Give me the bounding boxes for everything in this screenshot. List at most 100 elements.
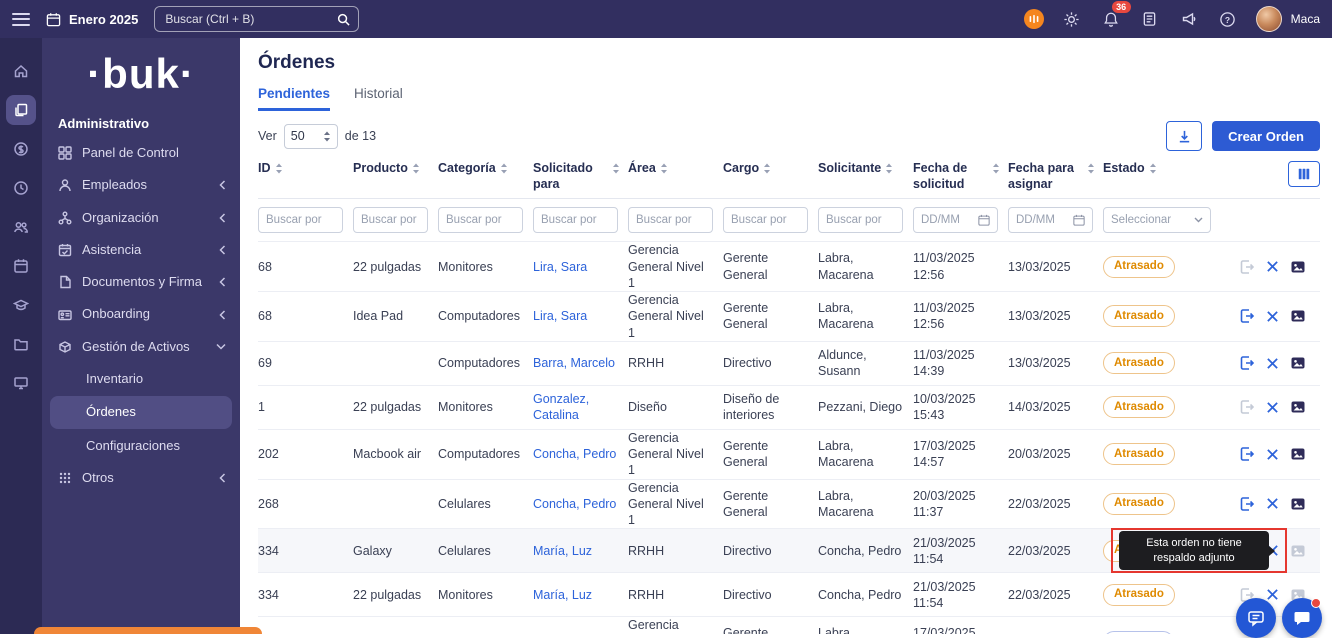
columns-icon xyxy=(1297,167,1311,181)
view-backup-button[interactable] xyxy=(1290,355,1306,371)
cell-cargo: Diseño de interiores xyxy=(723,391,818,424)
assign-order-button[interactable] xyxy=(1239,355,1255,371)
sidebar-item-configuraciones[interactable]: Configuraciones xyxy=(42,430,240,462)
filter-solicitante-input[interactable] xyxy=(818,207,903,233)
sidebar-item-asistencia[interactable]: Asistencia xyxy=(42,234,240,266)
table-row: 268 Celulares Concha, Pedro Gerencia Gen… xyxy=(258,479,1320,529)
document-icon xyxy=(58,275,72,289)
assign-order-button[interactable] xyxy=(1239,496,1255,512)
link-solicitado-para[interactable]: Lira, Sara xyxy=(533,259,628,275)
cancel-order-button[interactable] xyxy=(1266,448,1279,461)
view-backup-button[interactable] xyxy=(1290,399,1306,415)
view-backup-button[interactable] xyxy=(1290,308,1306,324)
user-avatar[interactable] xyxy=(1256,6,1282,32)
asset-management-icon[interactable] xyxy=(6,95,36,125)
training-icon[interactable] xyxy=(6,290,36,320)
tab-pendientes[interactable]: Pendientes xyxy=(258,86,330,111)
announcements-icon[interactable] xyxy=(1178,8,1200,30)
filter-producto-input[interactable] xyxy=(353,207,428,233)
column-header-producto[interactable]: Producto xyxy=(353,161,438,177)
help-fab-button[interactable] xyxy=(1236,598,1276,638)
period-selector[interactable]: Enero 2025 xyxy=(46,12,138,27)
column-settings-button[interactable] xyxy=(1288,161,1320,187)
column-header-solicitado-para[interactable]: Solicitado para xyxy=(533,161,628,192)
column-header-categoria[interactable]: Categoría xyxy=(438,161,533,177)
filter-fecha-solicitud-input[interactable]: DD/MM xyxy=(913,207,998,233)
filter-cargo-input[interactable] xyxy=(723,207,808,233)
cancel-order-button[interactable] xyxy=(1266,588,1279,601)
view-backup-button[interactable] xyxy=(1290,543,1306,559)
create-order-button[interactable]: Crear Orden xyxy=(1212,121,1320,151)
link-solicitado-para[interactable]: Concha, Pedro xyxy=(533,496,628,512)
cancel-order-button[interactable] xyxy=(1266,401,1279,414)
link-solicitado-para[interactable]: Barra, Marcelo xyxy=(533,355,628,371)
notifications-icon[interactable]: 36 xyxy=(1100,8,1122,30)
sidebar-item-gestion-de-activos[interactable]: Gestión de Activos xyxy=(42,331,240,363)
sidebar-item-documentos-y-firma[interactable]: Documentos y Firma xyxy=(42,266,240,298)
intercom-launcher[interactable] xyxy=(34,627,262,634)
cell-fecha-solicitud: 21/03/2025 11:54 xyxy=(913,535,1008,568)
column-header-id[interactable]: ID xyxy=(258,161,353,177)
people-icon[interactable] xyxy=(6,212,36,242)
assign-order-button[interactable] xyxy=(1239,399,1255,415)
view-backup-button[interactable] xyxy=(1290,259,1306,275)
filter-estado-select[interactable]: Seleccionar xyxy=(1103,207,1211,233)
cancel-order-button[interactable] xyxy=(1266,310,1279,323)
filter-solicitado-input[interactable] xyxy=(533,207,618,233)
link-solicitado-para[interactable]: Lira, Sara xyxy=(533,308,628,324)
link-solicitado-para[interactable]: Concha, Pedro xyxy=(533,446,628,462)
intercom-icon[interactable] xyxy=(1024,9,1044,29)
chevron-left-icon xyxy=(219,180,226,190)
filter-id-input[interactable] xyxy=(258,207,343,233)
sidebar-item-organizacion[interactable]: Organización xyxy=(42,202,240,234)
chat-fab-button[interactable] xyxy=(1282,598,1322,638)
column-header-estado[interactable]: Estado xyxy=(1103,161,1235,177)
main-content: Órdenes Pendientes Historial Ver 50 de 1… xyxy=(240,38,1332,634)
help-icon[interactable]: ? xyxy=(1217,8,1239,30)
sort-icon xyxy=(412,163,420,174)
column-header-area[interactable]: Área xyxy=(628,161,723,177)
filter-area-input[interactable] xyxy=(628,207,713,233)
sidebar-item-onboarding[interactable]: Onboarding xyxy=(42,298,240,330)
column-header-fecha-asignar[interactable]: Fecha para asignar xyxy=(1008,161,1103,192)
cancel-order-button[interactable] xyxy=(1266,260,1279,273)
column-header-cargo[interactable]: Cargo xyxy=(723,161,818,177)
remunerations-icon[interactable] xyxy=(6,134,36,164)
sidebar-item-otros[interactable]: Otros xyxy=(42,462,240,494)
column-header-solicitante[interactable]: Solicitante xyxy=(818,161,913,177)
cancel-order-button[interactable] xyxy=(1266,497,1279,510)
calendar-rail-icon[interactable] xyxy=(6,251,36,281)
assign-order-button[interactable] xyxy=(1239,259,1255,275)
view-backup-button[interactable] xyxy=(1290,446,1306,462)
news-icon[interactable] xyxy=(1139,8,1161,30)
filter-fecha-asignar-input[interactable]: DD/MM xyxy=(1008,207,1093,233)
table-row: 1 22 pulgadas Monitores Gonzalez, Catali… xyxy=(258,385,1320,429)
monitor-icon[interactable] xyxy=(6,368,36,398)
view-backup-button[interactable] xyxy=(1290,496,1306,512)
assign-icon xyxy=(1239,446,1255,462)
column-header-fecha-solicitud[interactable]: Fecha de solicitud xyxy=(913,161,1008,192)
search-input[interactable] xyxy=(155,12,358,26)
page-size-select[interactable]: 50 xyxy=(284,124,338,149)
search-icon[interactable] xyxy=(337,13,350,26)
link-solicitado-para[interactable]: María, Luz xyxy=(533,587,628,603)
assign-order-button[interactable] xyxy=(1239,446,1255,462)
error-highlight-box: Esta orden no tiene respaldo adjunto xyxy=(1111,528,1287,573)
link-solicitado-para[interactable]: Gonzalez, Catalina xyxy=(533,391,628,424)
folder-icon[interactable] xyxy=(6,329,36,359)
person-icon xyxy=(58,178,72,192)
sidebar-item-inventario[interactable]: Inventario xyxy=(42,363,240,395)
sidebar-item-empleados[interactable]: Empleados xyxy=(42,169,240,201)
home-icon[interactable] xyxy=(6,56,36,86)
sidebar-item-ordenes[interactable]: Órdenes xyxy=(50,396,232,428)
time-icon[interactable] xyxy=(6,173,36,203)
menu-toggle-button[interactable] xyxy=(12,9,30,29)
download-button[interactable] xyxy=(1166,121,1202,151)
filter-categoria-input[interactable] xyxy=(438,207,523,233)
sidebar-item-panel-de-control[interactable]: Panel de Control xyxy=(42,137,240,169)
settings-icon[interactable] xyxy=(1061,8,1083,30)
tab-historial[interactable]: Historial xyxy=(354,86,403,111)
assign-order-button[interactable] xyxy=(1239,308,1255,324)
cancel-order-button[interactable] xyxy=(1266,357,1279,370)
link-solicitado-para[interactable]: María, Luz xyxy=(533,543,628,559)
